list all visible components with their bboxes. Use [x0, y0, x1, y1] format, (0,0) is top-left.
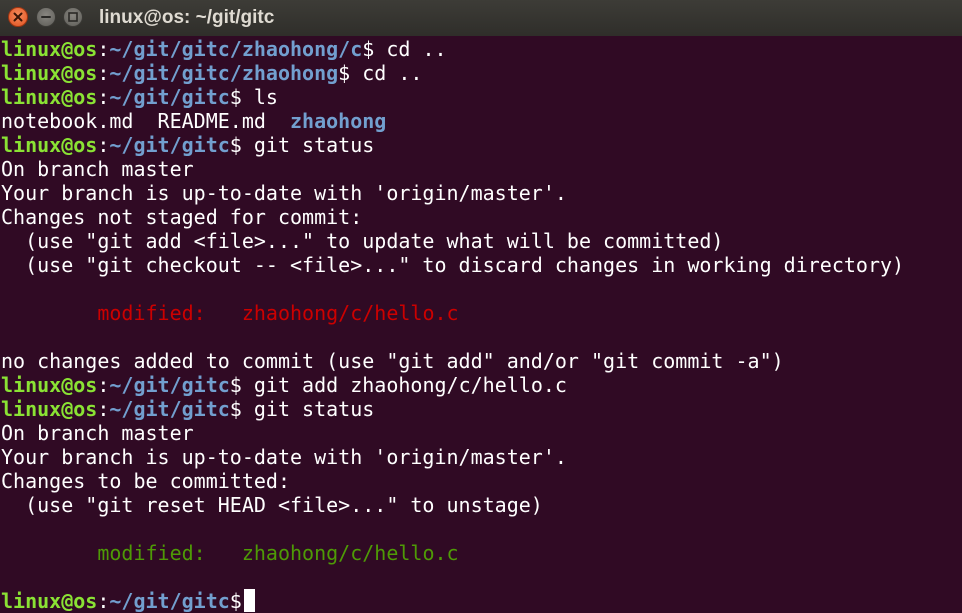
terminal-output[interactable]: linux@os:~/git/gitc/zhaohong/c$ cd .. li…: [1, 37, 961, 613]
text-cursor[interactable]: [243, 589, 255, 612]
ls-output-line: notebook.md README.md zhaohong: [1, 109, 961, 133]
prompt-separator: :: [97, 37, 110, 61]
prompt-line: linux@os:~/git/gitc/zhaohong$ cd ..: [1, 61, 423, 85]
prompt-line: linux@os:~/git/gitc$ git status: [1, 397, 375, 421]
close-button[interactable]: [8, 7, 28, 27]
command-text: ls: [241, 85, 278, 109]
prompt-user: linux@os: [1, 133, 98, 157]
prompt-user: linux@os: [1, 373, 98, 397]
minimize-button[interactable]: [36, 7, 56, 27]
modified-file: zhaohong/c/hello.c: [241, 301, 459, 325]
terminal-window: linux@os: ~/git/gitc linux@os:~/git/gitc…: [0, 0, 962, 613]
minimize-icon: [41, 16, 51, 18]
output-line: (use "git checkout -- <file>..." to disc…: [1, 253, 905, 277]
prompt-user: linux@os: [1, 85, 98, 109]
prompt-separator: :: [97, 133, 110, 157]
output-line: On branch master: [1, 157, 194, 181]
command-text: cd ..: [350, 61, 423, 85]
command-text: git status: [241, 397, 375, 421]
output-line: no changes added to commit (use "git add…: [1, 349, 784, 373]
output-line: On branch master: [1, 421, 194, 445]
prompt-user: linux@os: [1, 61, 98, 85]
title-bar[interactable]: linux@os: ~/git/gitc: [0, 0, 962, 36]
unstaged-modified-line: modified: zhaohong/c/hello.c: [1, 301, 961, 325]
window-title: linux@os: ~/git/gitc: [99, 7, 275, 28]
prompt-path: ~/git/gitc: [109, 85, 230, 109]
prompt-path: ~/git/gitc: [109, 133, 230, 157]
modified-label: modified:: [1, 541, 242, 565]
output-line: Your branch is up-to-date with 'origin/m…: [1, 181, 567, 205]
output-line: Changes to be committed:: [1, 469, 290, 493]
prompt-separator: :: [97, 61, 110, 85]
modified-label: modified:: [1, 301, 242, 325]
prompt-path: ~/git/gitc/zhaohong/c: [109, 37, 363, 61]
prompt-user: linux@os: [1, 397, 98, 421]
output-line: Changes not staged for commit:: [1, 205, 363, 229]
prompt-line: linux@os:~/git/gitc$ git add zhaohong/c/…: [1, 373, 567, 397]
prompt-path: ~/git/gitc/zhaohong: [109, 61, 339, 85]
prompt-separator: :: [97, 589, 110, 613]
maximize-button[interactable]: [63, 7, 83, 27]
prompt-line: linux@os:~/git/gitc$ git status: [1, 133, 375, 157]
maximize-icon: [68, 12, 78, 22]
prompt-line: linux@os:~/git/gitc/zhaohong/c$ cd ..: [1, 37, 447, 61]
output-line: Your branch is up-to-date with 'origin/m…: [1, 445, 567, 469]
command-text: git add zhaohong/c/hello.c: [241, 373, 567, 397]
prompt-separator: :: [97, 397, 110, 421]
output-line: (use "git add <file>..." to update what …: [1, 229, 724, 253]
ls-directory: zhaohong: [289, 109, 387, 133]
ls-files: notebook.md README.md: [1, 109, 290, 133]
prompt-path: ~/git/gitc: [109, 589, 230, 613]
output-line: (use "git reset HEAD <file>..." to unsta…: [1, 493, 543, 517]
prompt-user: linux@os: [1, 589, 98, 613]
prompt-path: ~/git/gitc: [109, 373, 230, 397]
modified-file: zhaohong/c/hello.c: [241, 541, 459, 565]
active-prompt-line[interactable]: linux@os:~/git/gitc$: [1, 589, 961, 613]
command-text: cd ..: [374, 37, 447, 61]
prompt-separator: :: [97, 85, 110, 109]
prompt-user: linux@os: [1, 37, 98, 61]
prompt-path: ~/git/gitc: [109, 397, 230, 421]
prompt-line: linux@os:~/git/gitc$ ls: [1, 85, 278, 109]
staged-modified-line: modified: zhaohong/c/hello.c: [1, 541, 961, 565]
prompt-separator: :: [97, 373, 110, 397]
command-text: git status: [241, 133, 375, 157]
close-icon: [13, 12, 23, 22]
